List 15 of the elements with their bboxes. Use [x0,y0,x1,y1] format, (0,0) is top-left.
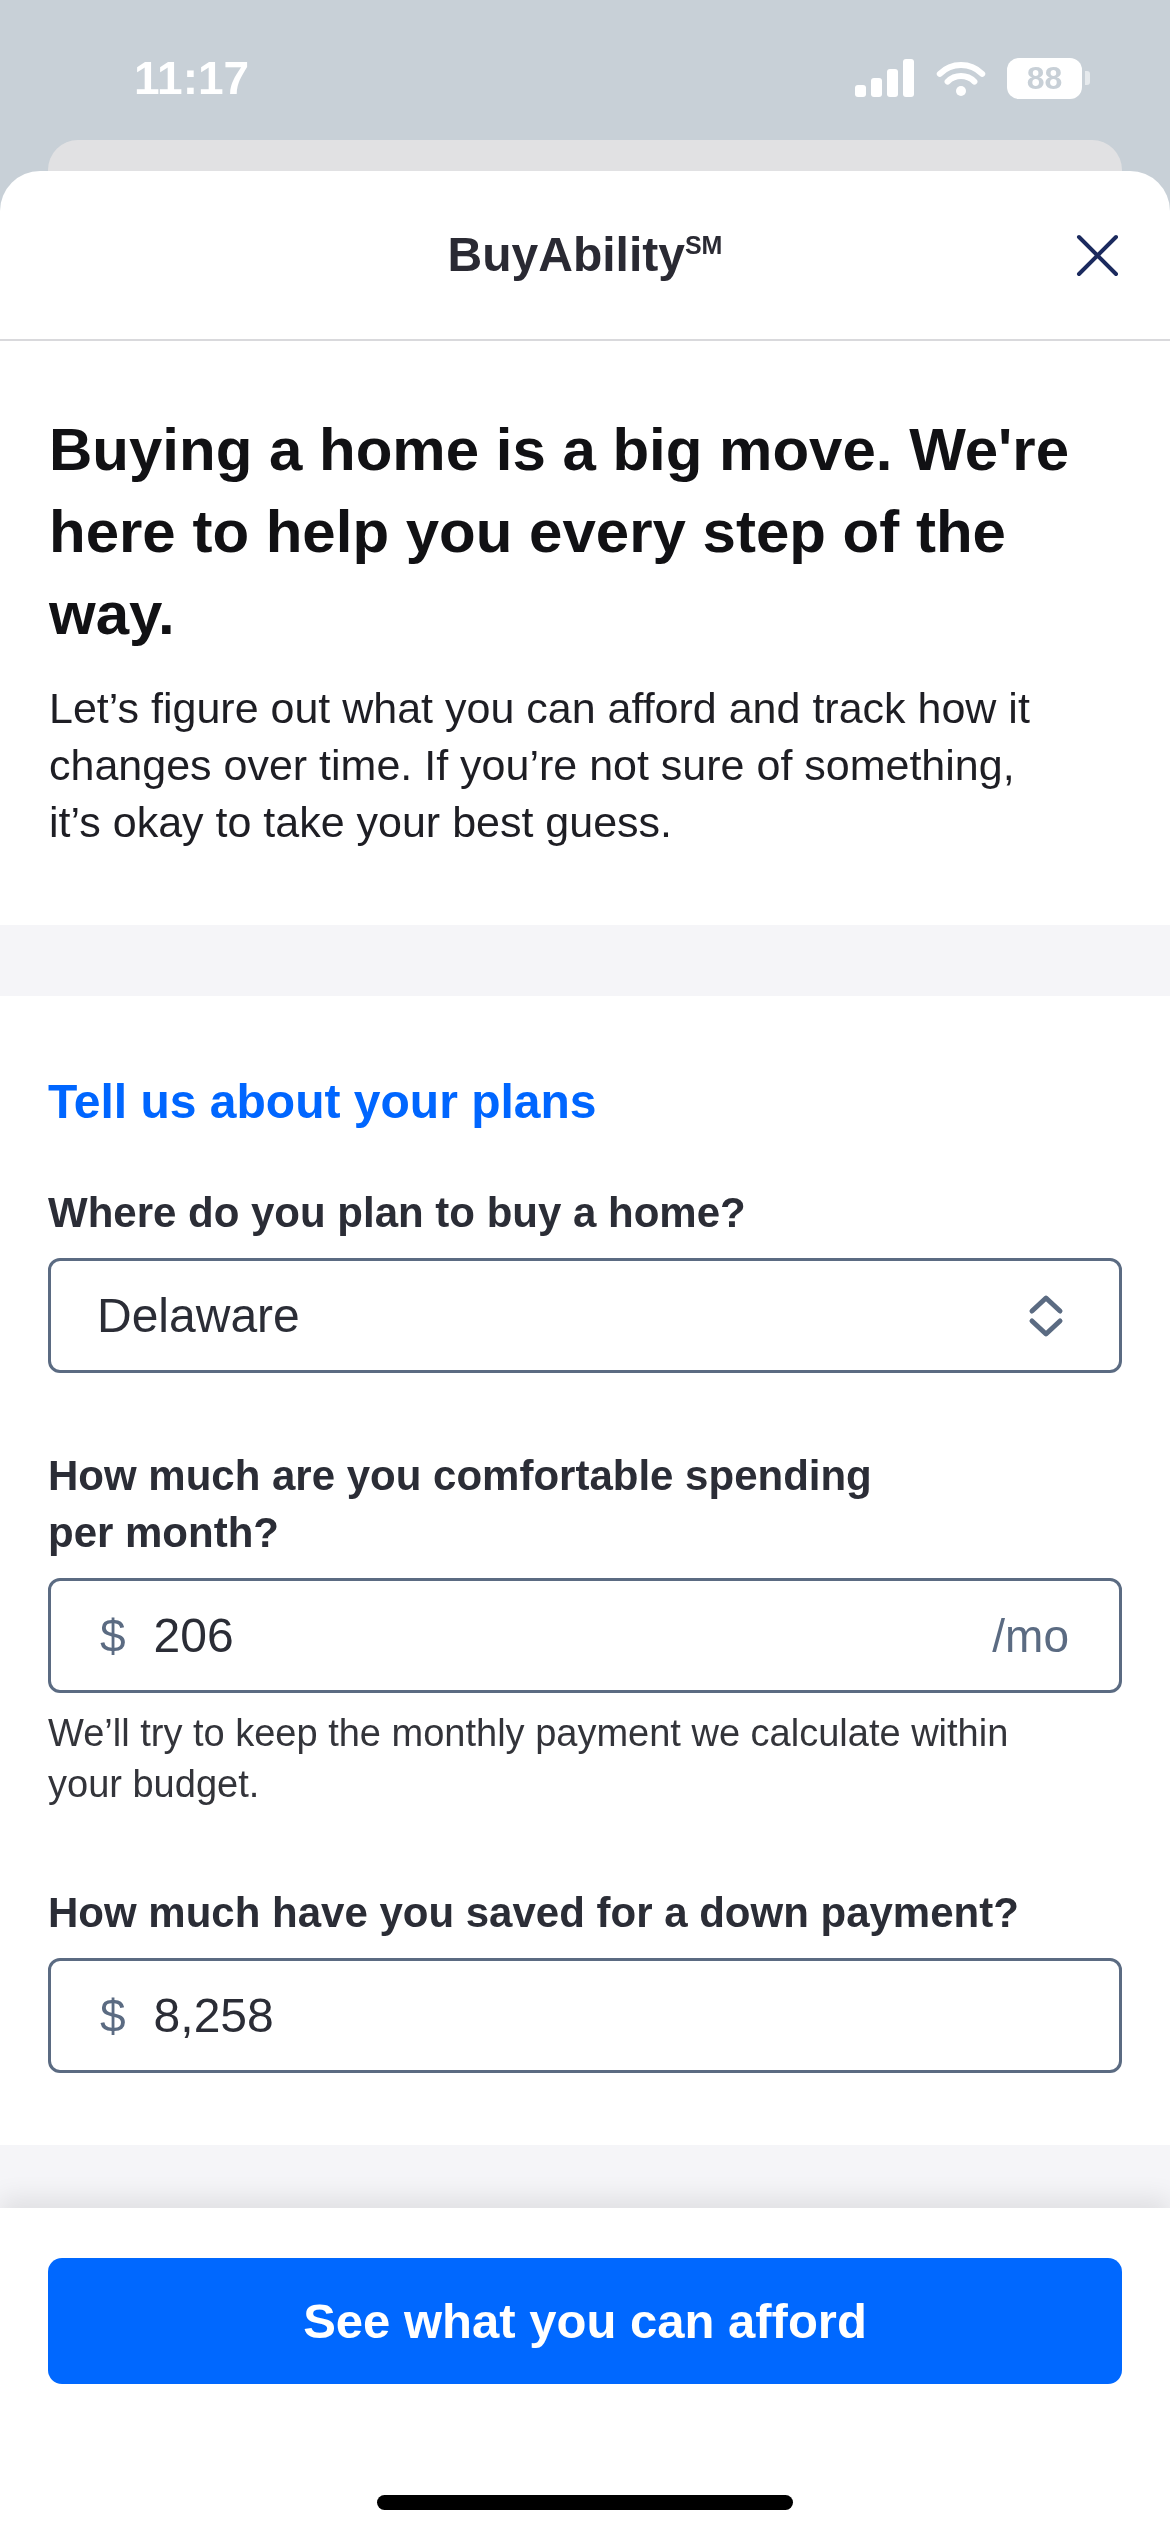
field-label: How much are you comfortable spending per month? [48,1451,873,1558]
afford-button[interactable]: See what you can afford [48,2258,1122,2384]
intro-heading: Buying a home is a big move. We're here to help you every step of the way. [49,415,1071,649]
wifi-icon [935,59,987,97]
select-field[interactable]: Delaware [48,1258,1122,1373]
intro-text: Let’s figure out what you can afford and track how it changes over time. If you’re not sure of something, it’s okay to take your best guess. [49,683,1031,848]
sheet-title: BuyAbility$^{SM}$ [447,227,723,284]
field-label: How much have you saved for a down payment? [48,1888,1020,1938]
amount-field[interactable]: $ 206 /mo [48,1578,1122,1693]
signal-icon [855,59,915,97]
amount-field[interactable]: $ 8,258 [48,1958,1122,2073]
field-label: Where do you plan to buy a home? [48,1188,747,1238]
helper-text: We’ll try to keep the monthly payment we calculate within your budget. [48,1711,1010,1807]
section-title: Tell us about your plans [48,1074,598,1130]
close-button[interactable] [1076,233,1119,277]
